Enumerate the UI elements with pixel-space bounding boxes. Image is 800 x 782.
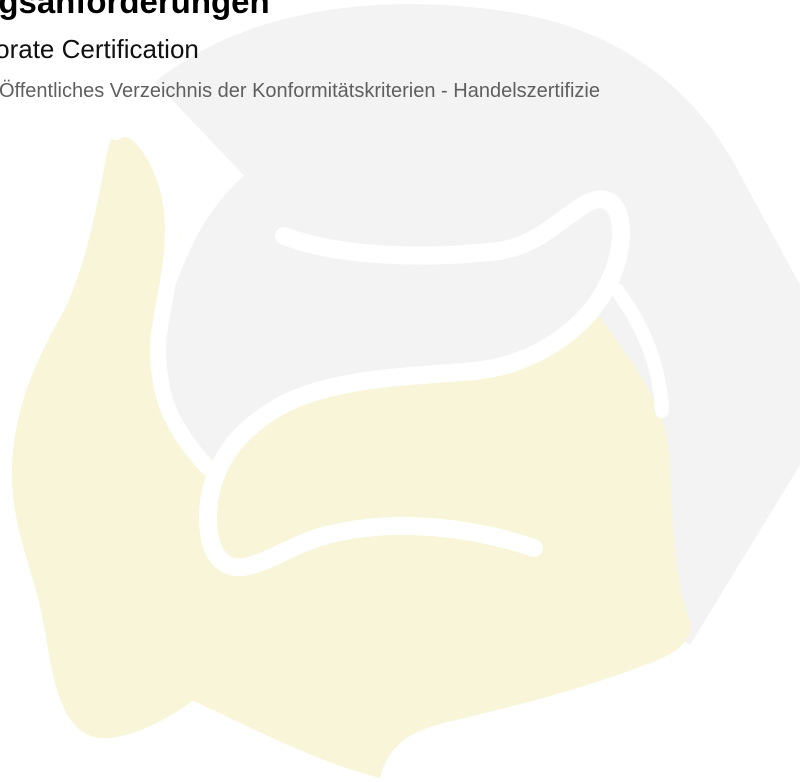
registry-description: Öffentliches Verzeichnis der Konformität…	[0, 80, 600, 102]
certificate-page: ungsanforderungen rporate Certification …	[0, 0, 800, 782]
page-title: ungsanforderungen	[0, 0, 270, 20]
page-subtitle: rporate Certification	[0, 34, 199, 64]
page-header: ungsanforderungen rporate Certification …	[0, 0, 800, 120]
